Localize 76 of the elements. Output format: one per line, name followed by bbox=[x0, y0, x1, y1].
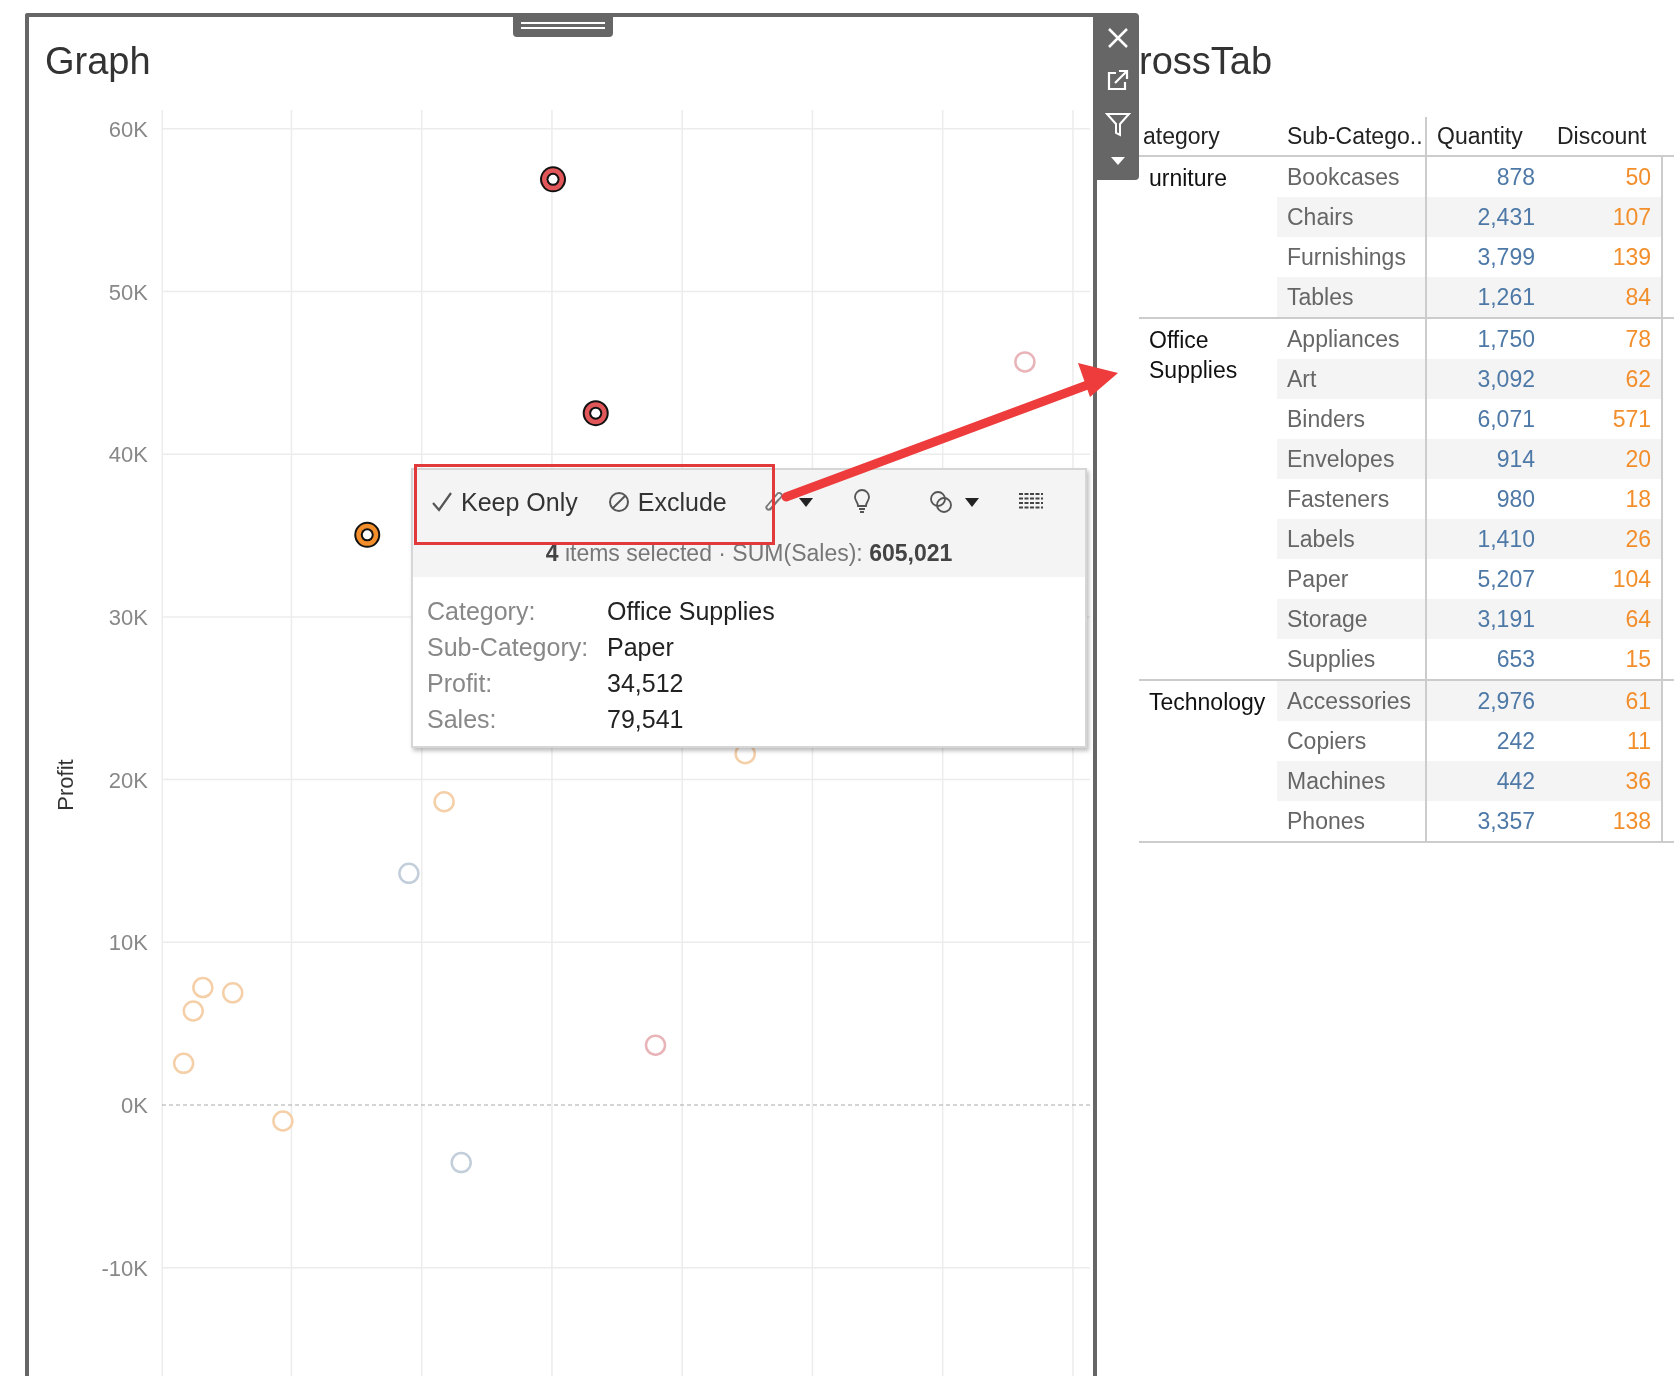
graph-title: Graph bbox=[45, 39, 151, 83]
sub-category-cell: Machines bbox=[1277, 761, 1425, 801]
field-value: 79,541 bbox=[607, 704, 684, 734]
column-header[interactable]: Sub-Catego.. bbox=[1277, 117, 1425, 155]
discount-cell: 20 bbox=[1545, 439, 1663, 479]
caret-icon[interactable] bbox=[798, 497, 813, 507]
sub-category-cell: Chairs bbox=[1277, 197, 1425, 237]
sub-category-cell-text: Copiers bbox=[1286, 726, 1368, 756]
selection-summary: 4 items selected · SUM(Sales): 605,021 bbox=[544, 539, 954, 567]
discount-cell: 64 bbox=[1545, 599, 1663, 639]
quantity-cell: 914 bbox=[1425, 439, 1545, 479]
y-tick-label: 40K bbox=[108, 442, 148, 468]
quantity-cell: 1,261 bbox=[1425, 277, 1545, 317]
sub-category-cell-text: Paper bbox=[1286, 564, 1350, 594]
sub-category-cell-text: Binders bbox=[1286, 404, 1366, 434]
discount-cell: 26 bbox=[1545, 519, 1663, 559]
category-cell-text: urniture bbox=[1148, 164, 1228, 193]
tooltip-action-button[interactable]: Keep Only bbox=[431, 487, 578, 517]
quantity-cell: 3,191 bbox=[1425, 599, 1545, 639]
discount-cell: 84 bbox=[1545, 277, 1663, 317]
sub-category-cell-text: Furnishings bbox=[1286, 242, 1407, 272]
quantity-cell: 3,092 bbox=[1425, 359, 1545, 399]
y-tick-label: 10K bbox=[108, 930, 148, 956]
sub-category-cell: Labels bbox=[1277, 519, 1425, 559]
y-tick-label: 30K bbox=[108, 604, 148, 630]
y-tick-label: 50K bbox=[108, 279, 148, 305]
discount-cell: 36 bbox=[1545, 761, 1663, 801]
y-tick-label: 60K bbox=[108, 116, 148, 142]
field-value: 34,512 bbox=[607, 668, 684, 698]
field-value: Paper bbox=[607, 632, 674, 662]
lightbulb-icon[interactable] bbox=[852, 489, 871, 515]
discount-cell: 15 bbox=[1545, 639, 1663, 679]
check-icon bbox=[431, 491, 453, 513]
sub-category-cell: Accessories bbox=[1277, 681, 1425, 721]
caret-icon[interactable] bbox=[964, 497, 979, 507]
y-axis-title: Profit bbox=[53, 759, 78, 811]
sub-category-cell: Art bbox=[1277, 359, 1425, 399]
sub-category-cell: Tables bbox=[1277, 277, 1425, 317]
field-label: Sub-Category: bbox=[427, 632, 590, 662]
quantity-cell: 2,976 bbox=[1425, 681, 1545, 721]
y-tick-label: 0K bbox=[121, 1093, 148, 1118]
quantity-cell: 3,357 bbox=[1425, 801, 1545, 841]
sub-category-cell: Storage bbox=[1277, 599, 1425, 639]
column-header[interactable]: Discount bbox=[1545, 117, 1663, 155]
sub-category-cell-text: Fasteners bbox=[1286, 484, 1391, 514]
quantity-cell: 2,431 bbox=[1425, 197, 1545, 237]
close-icon[interactable] bbox=[1107, 26, 1129, 49]
sub-category-cell: Envelopes bbox=[1277, 439, 1425, 479]
quantity-cell: 1,410 bbox=[1425, 519, 1545, 559]
tooltip-action-button[interactable]: Exclude bbox=[607, 487, 727, 517]
field-value: Office Supplies bbox=[607, 596, 775, 626]
discount-cell: 107 bbox=[1545, 197, 1663, 237]
field-label: Category: bbox=[427, 596, 537, 626]
discount-cell: 61 bbox=[1545, 681, 1663, 721]
column-header[interactable]: ategory bbox=[1139, 117, 1277, 155]
column-header[interactable]: Quantity bbox=[1425, 117, 1545, 155]
sub-category-cell-text: Phones bbox=[1286, 806, 1366, 836]
sub-category-cell-text: Bookcases bbox=[1286, 162, 1401, 192]
sub-category-cell-text: Supplies bbox=[1286, 644, 1377, 674]
y-tick-label: -10K bbox=[101, 1255, 148, 1281]
field-label: Sales: bbox=[427, 704, 498, 734]
overlapping-circles-icon[interactable] bbox=[928, 490, 953, 514]
discount-cell: 62 bbox=[1545, 359, 1663, 399]
discount-cell: 138 bbox=[1545, 801, 1663, 841]
quantity-cell: 653 bbox=[1425, 639, 1545, 679]
table-icon[interactable] bbox=[1018, 493, 1043, 511]
filter-icon[interactable] bbox=[1105, 111, 1131, 138]
exclude-icon bbox=[607, 491, 630, 513]
category-cell-text: Office Supplies bbox=[1148, 326, 1239, 385]
popout-icon[interactable] bbox=[1106, 67, 1130, 92]
crosstab-title: rossTab bbox=[1139, 39, 1274, 84]
sub-category-cell-text: Appliances bbox=[1286, 324, 1401, 354]
y-tick-label: 20K bbox=[108, 767, 148, 793]
quantity-cell: 442 bbox=[1425, 761, 1545, 801]
category-cell-text: Technology bbox=[1148, 688, 1267, 717]
field-label: Profit: bbox=[427, 668, 494, 698]
